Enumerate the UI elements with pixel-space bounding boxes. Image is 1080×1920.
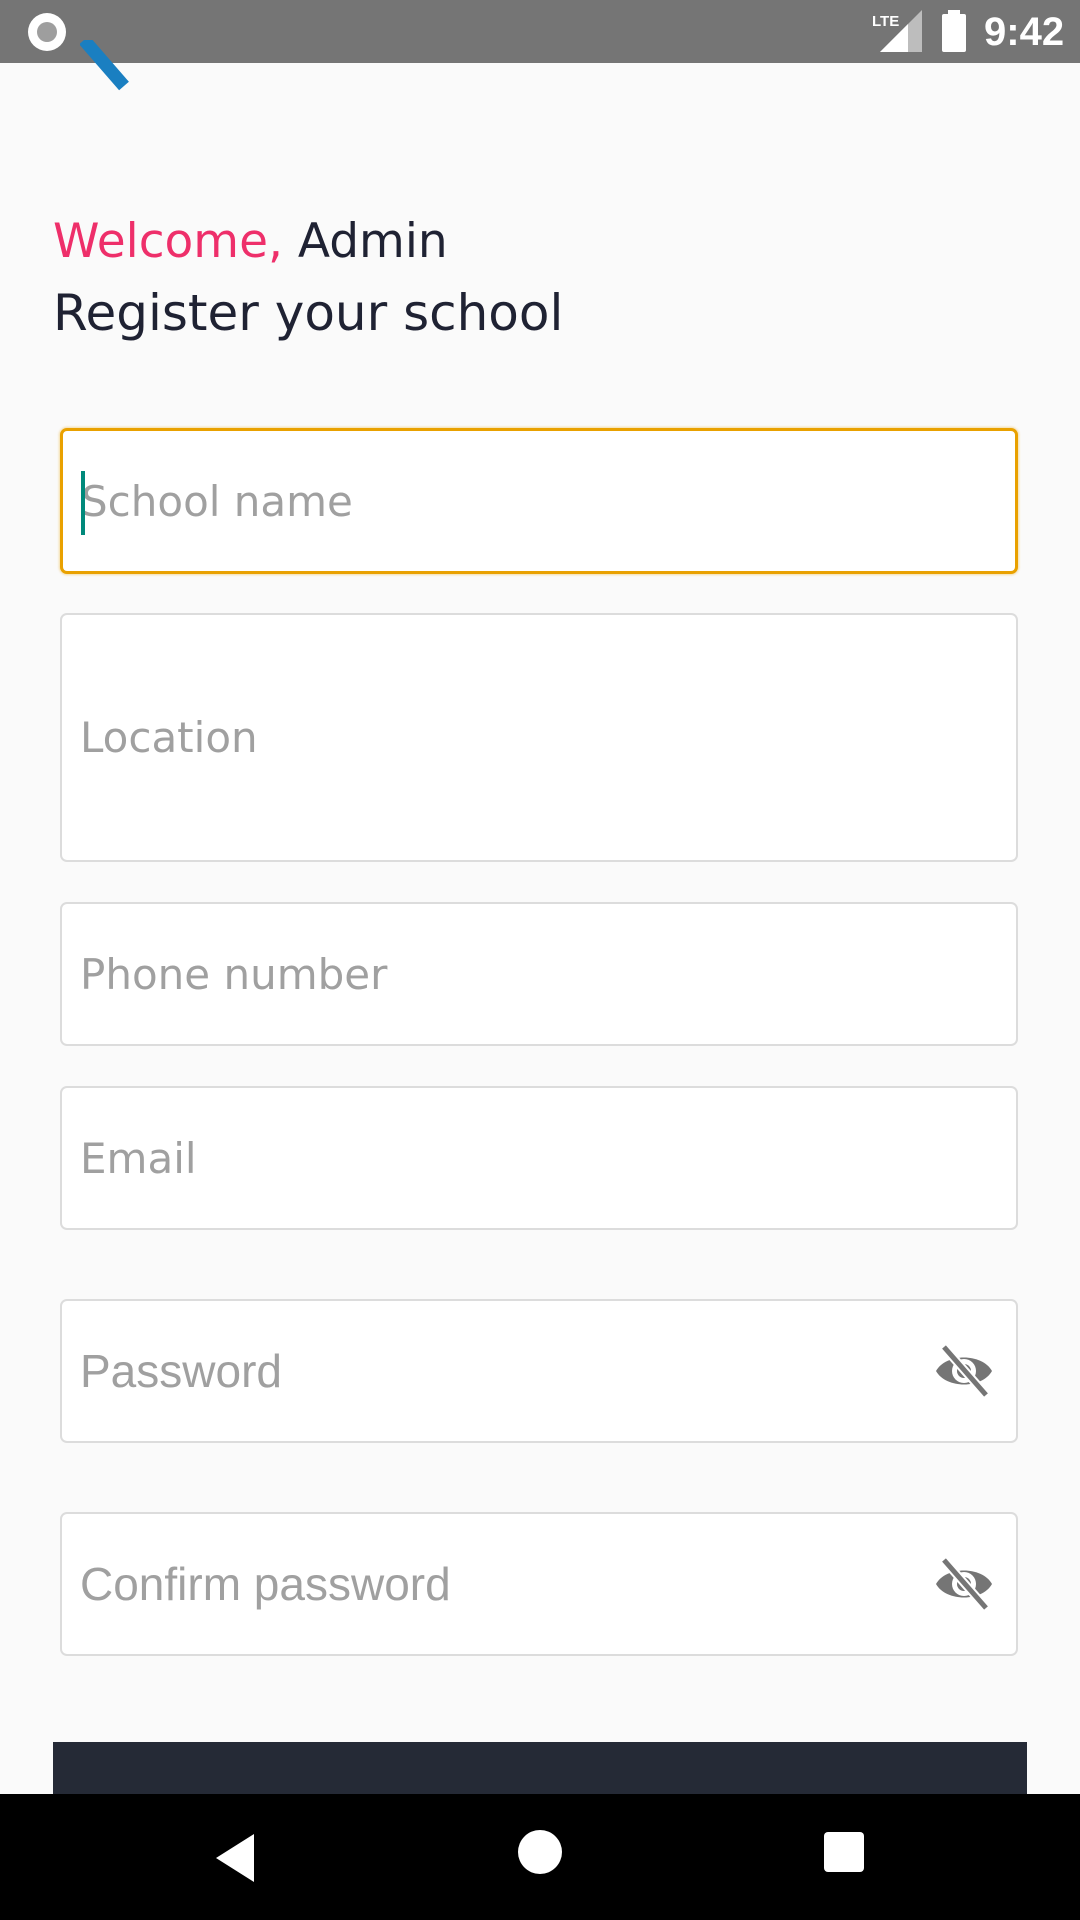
navigation-bar (0, 1794, 1080, 1920)
email-field[interactable] (60, 1086, 1018, 1230)
confirm-password-input[interactable] (62, 1514, 1016, 1654)
page-title: Register your school (53, 284, 564, 342)
location-input[interactable] (62, 615, 1016, 860)
school-name-input[interactable] (63, 431, 1015, 571)
notification-icon (28, 13, 66, 51)
location-field[interactable] (60, 613, 1018, 862)
status-bar: LTE 9:42 (0, 0, 1080, 63)
battery-icon (942, 10, 966, 52)
visibility-off-icon[interactable] (934, 1556, 994, 1612)
svg-text:LTE: LTE (872, 13, 899, 30)
back-icon[interactable] (214, 1834, 258, 1882)
text-cursor (81, 471, 85, 535)
password-input[interactable] (62, 1301, 1016, 1441)
back-arrow-icon[interactable] (80, 40, 140, 100)
recents-icon[interactable] (824, 1832, 864, 1872)
user-name: Admin (297, 214, 448, 269)
status-time: 9:42 (984, 10, 1065, 54)
screen: LTE 9:42 Welcome, Admin Register your sc… (0, 0, 1080, 1920)
phone-field[interactable] (60, 902, 1018, 1046)
visibility-off-icon[interactable] (934, 1343, 994, 1399)
email-input[interactable] (62, 1088, 1016, 1228)
greeting: Welcome, Admin (53, 212, 448, 272)
confirm-password-field[interactable] (60, 1512, 1018, 1656)
welcome-label: Welcome, (53, 214, 283, 269)
school-name-field[interactable] (60, 428, 1018, 574)
home-icon[interactable] (518, 1830, 562, 1874)
phone-input[interactable] (62, 904, 1016, 1044)
lte-signal-icon: LTE (872, 10, 922, 52)
password-field[interactable] (60, 1299, 1018, 1443)
